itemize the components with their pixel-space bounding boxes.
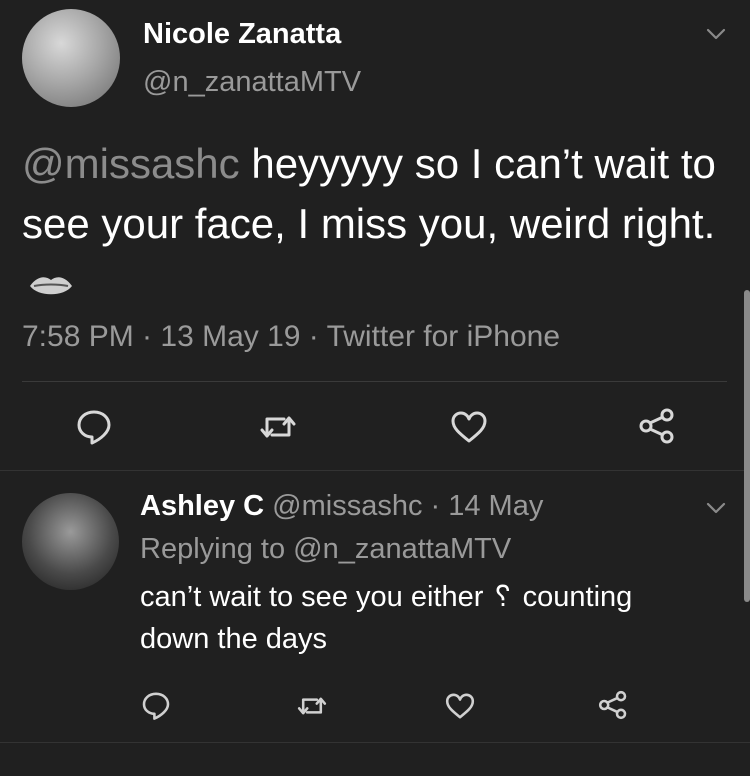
reply-author-display-name[interactable]: Ashley C	[140, 490, 264, 522]
divider	[0, 742, 750, 743]
retweet-icon[interactable]	[296, 690, 328, 722]
chevron-down-icon[interactable]	[704, 496, 728, 520]
divider	[0, 470, 750, 471]
retweet-icon[interactable]	[258, 407, 298, 447]
replying-to[interactable]: Replying to @n_zanattaMTV	[140, 533, 511, 566]
author-handle[interactable]: @n_zanattaMTV	[143, 66, 361, 99]
lips-icon	[28, 257, 74, 317]
reply-author-handle[interactable]: @missashc	[272, 490, 422, 522]
share-icon[interactable]	[597, 689, 629, 721]
like-icon[interactable]	[444, 690, 476, 722]
tweet-text: @missashc heyyyyy so I can’t wait to see…	[22, 134, 722, 317]
tweet-meta: 7:58 PM · 13 May 19 · Twitter for iPhone	[22, 320, 561, 353]
reply-header: Ashley C @missashc · 14 May	[140, 490, 543, 523]
reply-timestamp: · 14 May	[430, 490, 544, 522]
scrollbar[interactable]	[744, 290, 750, 602]
reply-text: can’t wait to see you either ␦ counting …	[140, 581, 633, 655]
divider	[22, 381, 727, 382]
mention-link[interactable]: @missashc	[22, 140, 240, 187]
avatar[interactable]	[22, 9, 120, 107]
avatar[interactable]	[22, 493, 119, 590]
like-icon[interactable]	[449, 407, 489, 447]
share-icon[interactable]	[637, 406, 677, 446]
author-display-name[interactable]: Nicole Zanatta	[143, 18, 341, 51]
reply-icon[interactable]	[140, 689, 172, 721]
reply-icon[interactable]	[74, 406, 114, 446]
chevron-down-icon[interactable]	[704, 22, 728, 46]
